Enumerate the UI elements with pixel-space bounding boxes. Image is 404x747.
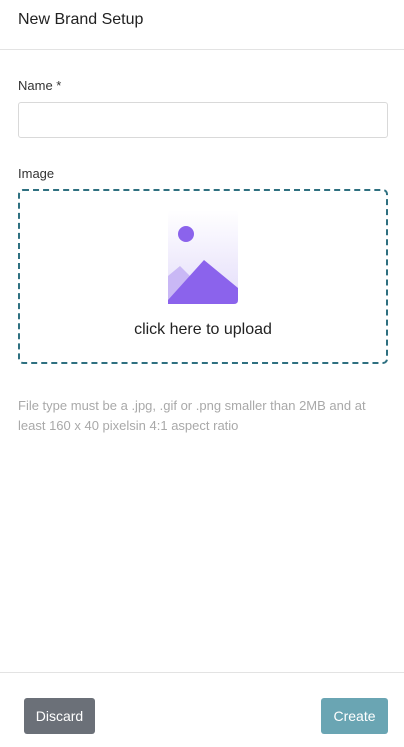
- name-input[interactable]: [18, 102, 388, 138]
- upload-prompt-text: click here to upload: [134, 321, 272, 338]
- create-button[interactable]: Create: [321, 698, 388, 734]
- image-placeholder-icon: [168, 210, 238, 304]
- name-label: Name *: [18, 78, 62, 93]
- brand-setup-panel: New Brand Setup Name * Image click here …: [0, 0, 404, 747]
- page-title: New Brand Setup: [18, 11, 144, 28]
- file-requirements-hint: File type must be a .jpg, .gif or .png s…: [18, 398, 366, 433]
- discard-button[interactable]: Discard: [24, 698, 95, 734]
- image-label: Image: [18, 166, 55, 181]
- panel-footer: Discard Create: [0, 672, 404, 747]
- panel-header: New Brand Setup: [0, 0, 404, 50]
- image-upload-dropzone[interactable]: click here to upload: [18, 189, 388, 364]
